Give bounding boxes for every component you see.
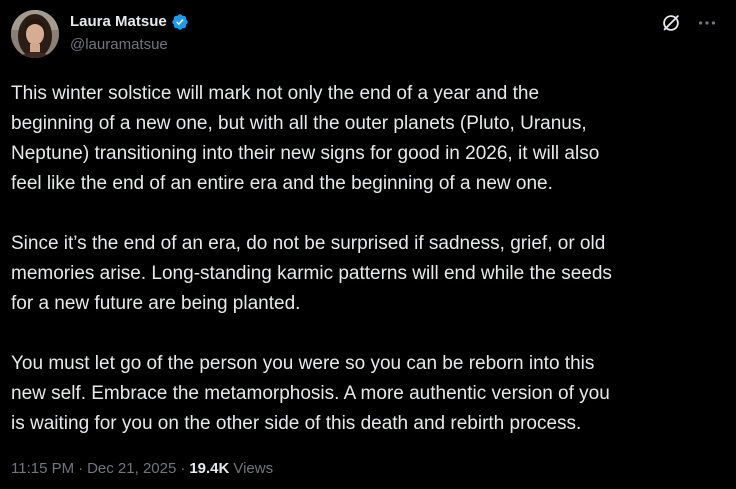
name-row: Laura Matsue — [70, 12, 189, 32]
tweet: Laura Matsue @lauramatsue This winter so… — [0, 0, 736, 489]
meta-separator: · — [78, 460, 84, 477]
tweet-text: This winter solstice will mark not only … — [11, 79, 723, 439]
more-icon[interactable] — [696, 12, 718, 34]
meta-separator: · — [180, 460, 186, 477]
display-name[interactable]: Laura Matsue — [70, 12, 167, 32]
tweet-time[interactable]: 11:15 PM — [11, 459, 74, 479]
tweet-paragraph: Since it’s the end of an era, do not be … — [11, 233, 612, 314]
tweet-meta: 11:15 PM · Dec 21, 2025 · 19.4K Views — [11, 459, 273, 479]
views-label: Views — [233, 460, 274, 477]
tweet-date[interactable]: Dec 21, 2025 — [87, 459, 176, 479]
grok-icon[interactable] — [660, 12, 682, 34]
avatar-image — [11, 10, 59, 58]
handle[interactable]: @lauramatsue — [70, 35, 168, 55]
tweet-paragraph: You must let go of the person you were s… — [11, 353, 610, 434]
tweet-paragraph: This winter solstice will mark not only … — [11, 83, 600, 194]
avatar[interactable] — [11, 10, 59, 58]
views-count[interactable]: 19.4K — [189, 459, 229, 479]
verified-badge-icon[interactable] — [171, 13, 189, 31]
